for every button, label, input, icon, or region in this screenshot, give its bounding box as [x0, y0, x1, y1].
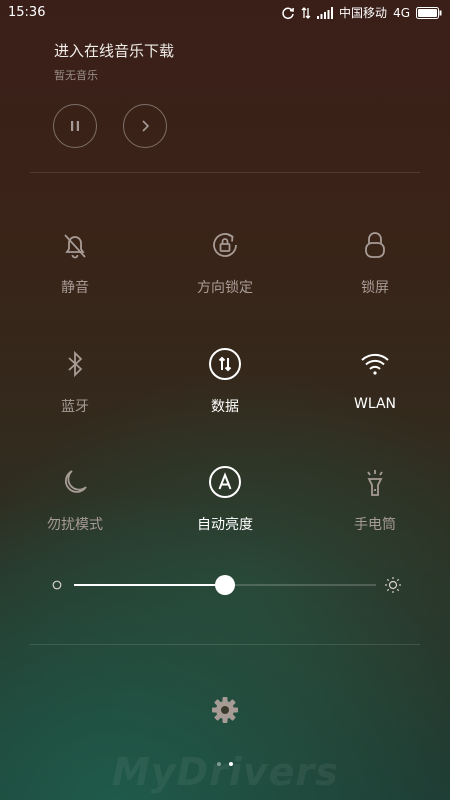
sync-icon	[282, 7, 294, 19]
status-time: 15:36	[8, 5, 46, 20]
bell-off-icon	[55, 225, 95, 265]
page-dot-active	[229, 762, 233, 766]
toggle-mute[interactable]: 静音	[5, 225, 145, 297]
toggle-label: 手电筒	[354, 517, 396, 533]
status-bar: 15:36 中国移动 4G	[0, 0, 450, 26]
toggle-do-not-disturb[interactable]: 勿扰模式	[5, 462, 145, 534]
brightness-low-icon	[52, 580, 62, 590]
gear-icon	[212, 697, 238, 723]
network-type: 4G	[393, 5, 410, 20]
toggle-label: 勿扰模式	[47, 517, 103, 533]
page-dot	[217, 762, 221, 766]
auto-brightness-icon	[205, 462, 245, 502]
toggle-label: 静音	[61, 280, 89, 296]
divider	[30, 172, 420, 173]
wifi-icon	[355, 344, 395, 384]
status-icons: 中国移动 4G	[281, 4, 442, 21]
slider-fill	[74, 584, 225, 586]
toggle-flashlight[interactable]: 手电筒	[305, 462, 445, 534]
toggle-label: WLAN	[353, 396, 396, 412]
music-title[interactable]: 进入在线音乐下载	[54, 40, 174, 61]
signal-icon	[317, 6, 334, 19]
brightness-slider[interactable]	[52, 572, 402, 598]
toggle-bluetooth[interactable]: 蓝牙	[5, 344, 145, 416]
chevron-right-icon	[142, 120, 150, 132]
page-indicator	[0, 762, 450, 766]
slider-thumb[interactable]	[215, 575, 235, 595]
mobile-data-icon	[205, 344, 245, 384]
flashlight-icon	[355, 462, 395, 502]
carrier-name: 中国移动	[339, 6, 388, 20]
watermark: MyDrivers	[112, 750, 339, 794]
settings-button[interactable]	[209, 694, 241, 726]
toggle-label: 方向锁定	[197, 280, 253, 296]
bluetooth-icon	[55, 344, 95, 384]
toggle-label: 自动亮度	[197, 517, 253, 533]
next-button[interactable]	[123, 104, 167, 148]
toggle-wlan[interactable]: WLAN	[305, 344, 445, 412]
toggle-rotation-lock[interactable]: 方向锁定	[155, 225, 295, 297]
rotation-lock-icon	[205, 225, 245, 265]
brightness-high-icon	[385, 577, 401, 593]
pause-button[interactable]	[53, 104, 97, 148]
toggle-label: 蓝牙	[61, 399, 89, 415]
lock-icon	[355, 225, 395, 265]
toggle-mobile-data[interactable]: 数据	[155, 344, 295, 416]
music-widget[interactable]: 进入在线音乐下载 暂无音乐	[54, 40, 174, 83]
music-subtitle: 暂无音乐	[54, 69, 98, 82]
moon-icon	[55, 462, 95, 502]
toggle-lock-screen[interactable]: 锁屏	[305, 225, 445, 297]
toggle-label: 锁屏	[361, 280, 389, 296]
toggle-auto-brightness[interactable]: 自动亮度	[155, 462, 295, 534]
battery-icon	[416, 6, 442, 19]
pause-icon	[71, 121, 79, 131]
divider	[30, 644, 420, 645]
data-transfer-icon	[301, 6, 311, 19]
toggle-label: 数据	[211, 399, 239, 415]
